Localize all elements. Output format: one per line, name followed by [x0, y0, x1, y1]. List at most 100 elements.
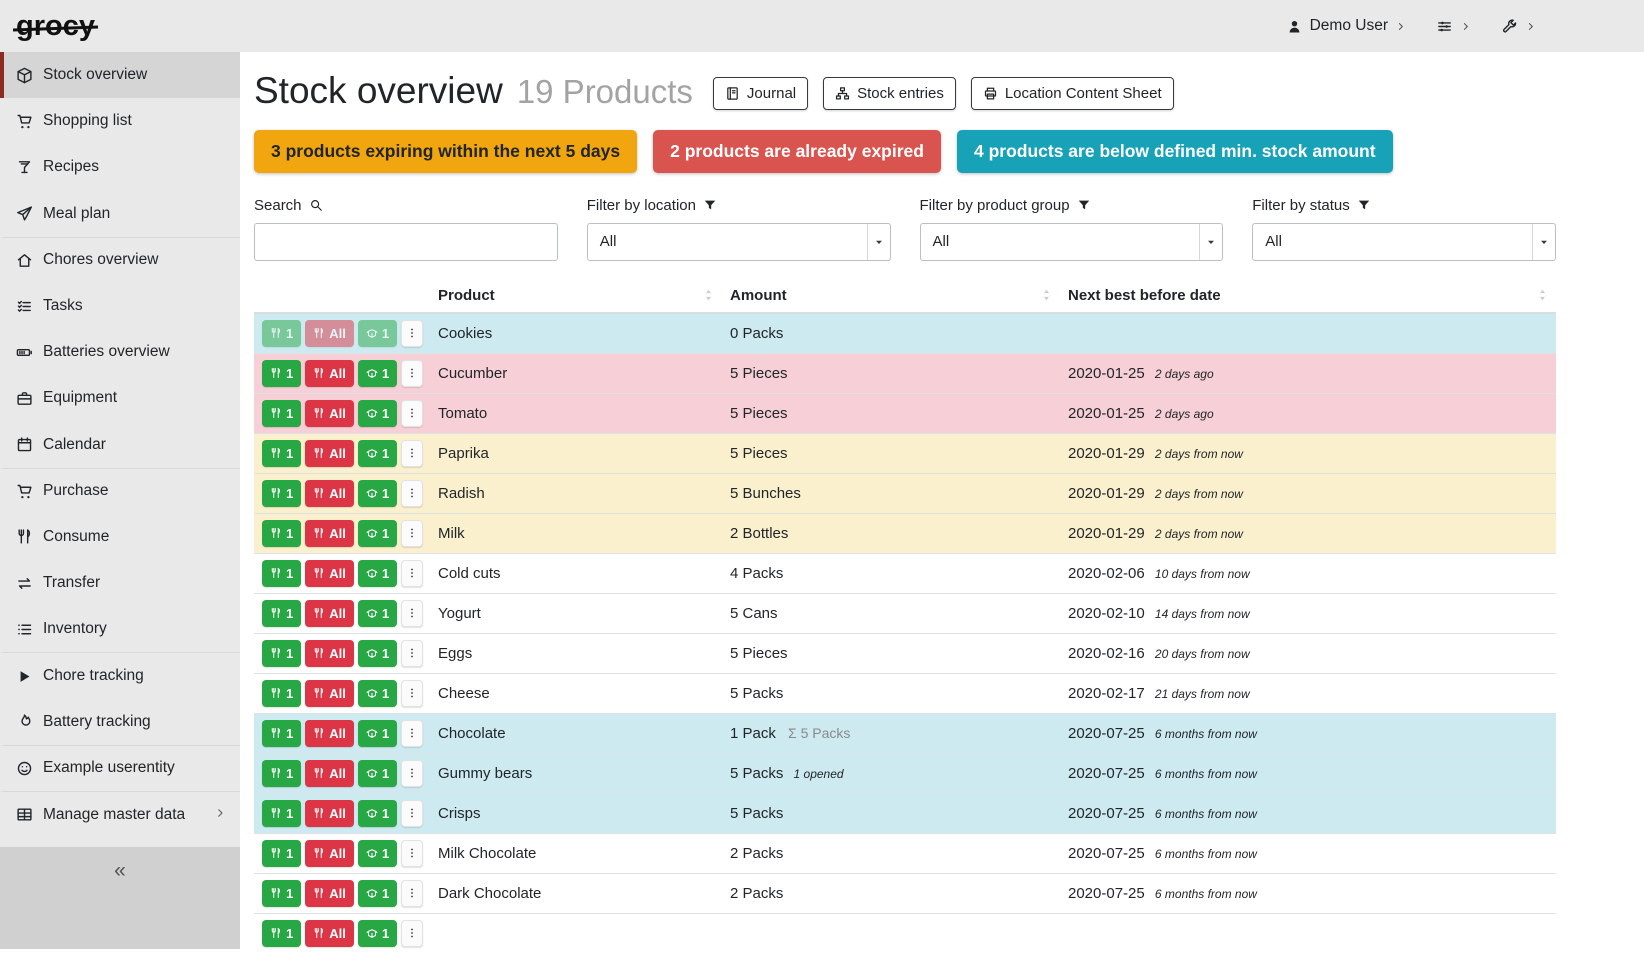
open-one-button[interactable]: 1 [358, 360, 397, 387]
alert-warning[interactable]: 3 products expiring within the next 5 da… [254, 130, 637, 173]
location-content-sheet-button[interactable]: Location Content Sheet [971, 77, 1174, 110]
open-one-button[interactable]: 1 [358, 920, 397, 947]
settings-menu[interactable] [1436, 18, 1471, 35]
sidebar-item-example-userentity[interactable]: Example userentity [0, 745, 240, 791]
sidebar-item-meal-plan[interactable]: Meal plan [0, 191, 240, 237]
consume-all-button[interactable]: All [305, 360, 354, 387]
consume-all-button[interactable]: All [305, 800, 354, 827]
open-one-button[interactable]: 1 [358, 560, 397, 587]
consume-one-button[interactable]: 1 [262, 920, 301, 947]
row-menu-button[interactable] [401, 440, 423, 467]
sidebar-item-purchase[interactable]: Purchase [0, 468, 240, 514]
open-one-button[interactable]: 1 [358, 680, 397, 707]
consume-all-button[interactable]: All [305, 680, 354, 707]
sidebar-item-recipes[interactable]: Recipes [0, 144, 240, 190]
sidebar-item-inventory[interactable]: Inventory [0, 606, 240, 652]
consume-one-button[interactable]: 1 [262, 480, 301, 507]
consume-all-button[interactable]: All [305, 760, 354, 787]
date-column-header[interactable]: Next best before date [1060, 279, 1556, 313]
row-menu-button[interactable] [401, 480, 423, 507]
status-filter-select[interactable]: All [1252, 223, 1556, 261]
sidebar-item-tasks[interactable]: Tasks [0, 283, 240, 329]
row-menu-button[interactable] [401, 680, 423, 707]
sidebar-item-equipment[interactable]: Equipment [0, 375, 240, 421]
consume-all-button[interactable]: All [305, 320, 354, 347]
consume-one-button[interactable]: 1 [262, 600, 301, 627]
open-one-button[interactable]: 1 [358, 400, 397, 427]
sidebar-item-manage-master-data[interactable]: Manage master data [0, 791, 240, 837]
consume-one-button[interactable]: 1 [262, 880, 301, 907]
sidebar-item-stock-overview[interactable]: Stock overview [0, 52, 240, 98]
consume-all-button[interactable]: All [305, 480, 354, 507]
row-menu-button[interactable] [401, 800, 423, 827]
row-menu-button[interactable] [401, 560, 423, 587]
row-menu-button[interactable] [401, 880, 423, 907]
consume-one-button[interactable]: 1 [262, 720, 301, 747]
stock-entries-button[interactable]: Stock entries [823, 77, 956, 110]
journal-button[interactable]: Journal [713, 77, 808, 110]
sidebar-item-calendar[interactable]: Calendar [0, 422, 240, 468]
row-menu-button[interactable] [401, 640, 423, 667]
row-menu-button[interactable] [401, 320, 423, 347]
consume-one-button[interactable]: 1 [262, 840, 301, 867]
open-one-button[interactable]: 1 [358, 640, 397, 667]
open-one-button[interactable]: 1 [358, 320, 397, 347]
consume-all-button[interactable]: All [305, 560, 354, 587]
sidebar-item-label: Tasks [43, 297, 83, 315]
row-menu-button[interactable] [401, 720, 423, 747]
row-menu-button[interactable] [401, 360, 423, 387]
consume-one-button[interactable]: 1 [262, 680, 301, 707]
consume-one-button[interactable]: 1 [262, 640, 301, 667]
alert-danger[interactable]: 2 products are already expired [653, 130, 941, 173]
consume-one-button[interactable]: 1 [262, 800, 301, 827]
search-input[interactable] [254, 223, 558, 261]
sidebar-item-chore-tracking[interactable]: Chore tracking [0, 652, 240, 698]
location-filter-select[interactable]: All [587, 223, 891, 261]
row-menu-button[interactable] [401, 520, 423, 547]
open-one-button[interactable]: 1 [358, 800, 397, 827]
product-column-header[interactable]: Product [430, 279, 722, 313]
row-menu-button[interactable] [401, 920, 423, 947]
sidebar-collapse-button[interactable]: « [0, 847, 240, 949]
amount-column-header[interactable]: Amount [722, 279, 1060, 313]
consume-all-button[interactable]: All [305, 400, 354, 427]
consume-one-button[interactable]: 1 [262, 320, 301, 347]
consume-all-button[interactable]: All [305, 920, 354, 947]
open-one-button[interactable]: 1 [358, 840, 397, 867]
consume-all-button[interactable]: All [305, 720, 354, 747]
open-one-button[interactable]: 1 [358, 600, 397, 627]
consume-all-button[interactable]: All [305, 440, 354, 467]
row-menu-button[interactable] [401, 840, 423, 867]
consume-one-button[interactable]: 1 [262, 760, 301, 787]
open-one-button[interactable]: 1 [358, 440, 397, 467]
consume-one-button[interactable]: 1 [262, 360, 301, 387]
open-one-button[interactable]: 1 [358, 760, 397, 787]
open-one-button[interactable]: 1 [358, 480, 397, 507]
open-one-button[interactable]: 1 [358, 880, 397, 907]
row-menu-button[interactable] [401, 600, 423, 627]
sidebar-item-batteries-overview[interactable]: Batteries overview [0, 329, 240, 375]
consume-all-button[interactable]: All [305, 520, 354, 547]
row-menu-button[interactable] [401, 760, 423, 787]
alert-info[interactable]: 4 products are below defined min. stock … [957, 130, 1393, 173]
consume-all-button[interactable]: All [305, 840, 354, 867]
product-group-filter-select[interactable]: All [920, 223, 1224, 261]
consume-one-button[interactable]: 1 [262, 440, 301, 467]
sidebar-item-consume[interactable]: Consume [0, 514, 240, 560]
sidebar-item-chores-overview[interactable]: Chores overview [0, 237, 240, 283]
consume-one-button[interactable]: 1 [262, 520, 301, 547]
sidebar-item-battery-tracking[interactable]: Battery tracking [0, 699, 240, 745]
open-one-button[interactable]: 1 [358, 520, 397, 547]
user-menu[interactable]: Demo User [1286, 17, 1406, 35]
row-menu-button[interactable] [401, 400, 423, 427]
open-one-button[interactable]: 1 [358, 720, 397, 747]
sidebar-item-transfer[interactable]: Transfer [0, 560, 240, 606]
admin-menu[interactable] [1501, 18, 1536, 35]
app-logo[interactable]: grocy [16, 12, 95, 41]
consume-one-button[interactable]: 1 [262, 560, 301, 587]
sidebar-item-shopping-list[interactable]: Shopping list [0, 98, 240, 144]
consume-all-button[interactable]: All [305, 640, 354, 667]
consume-all-button[interactable]: All [305, 600, 354, 627]
consume-all-button[interactable]: All [305, 880, 354, 907]
consume-one-button[interactable]: 1 [262, 400, 301, 427]
